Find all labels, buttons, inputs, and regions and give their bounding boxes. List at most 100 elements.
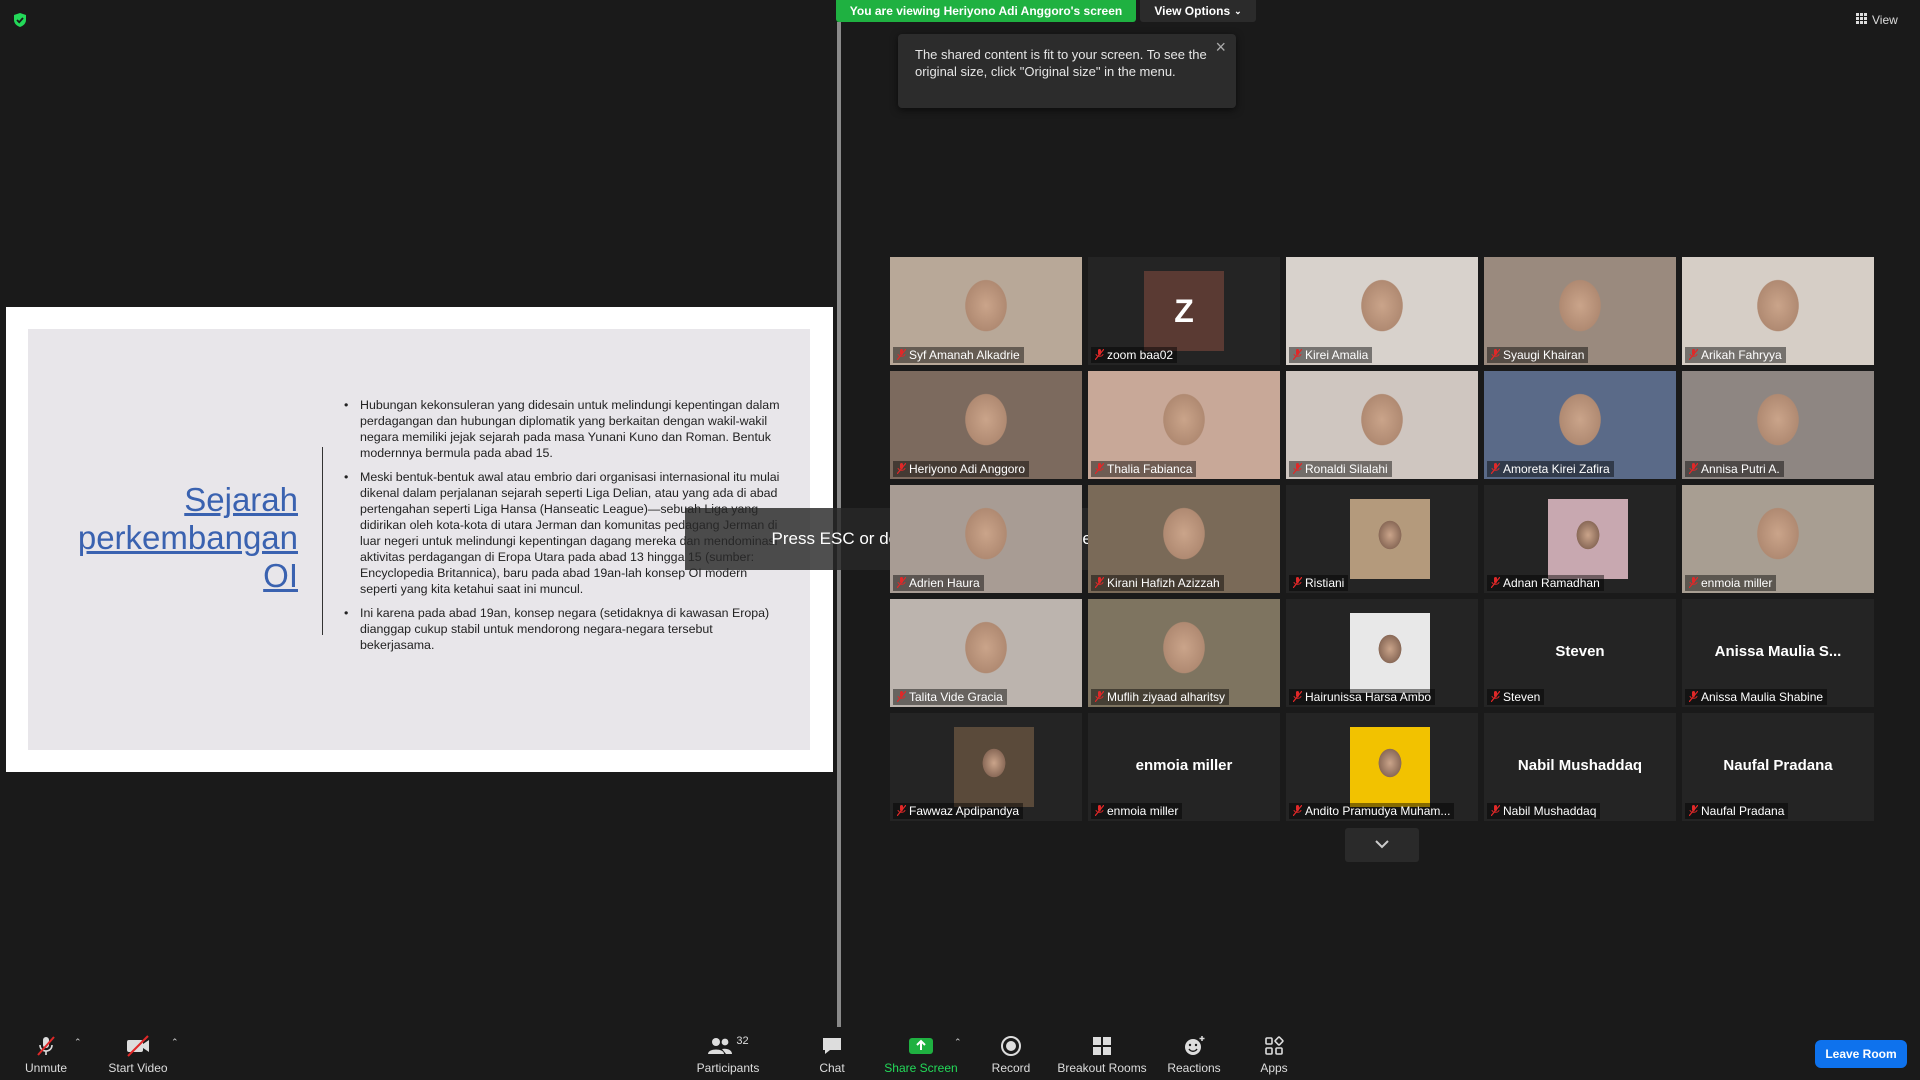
participant-name-label: Kirei Amalia <box>1289 347 1373 363</box>
participant-name: zoom baa02 <box>1107 348 1174 362</box>
participant-tile[interactable]: Zzoom baa02 <box>1088 257 1280 365</box>
participant-name: Adnan Ramadhan <box>1503 576 1600 590</box>
participant-tile[interactable]: Andito Pramudya Muham... <box>1286 713 1478 821</box>
participant-tile[interactable]: Hairunissa Harsa Ambo <box>1286 599 1478 707</box>
muted-microphone-icon <box>1490 690 1501 703</box>
participant-name: Fawwaz Apdipandya <box>909 804 1020 818</box>
chevron-up-icon[interactable]: ⌃ <box>171 1037 179 1048</box>
participant-name: Syaugi Khairan <box>1503 348 1585 362</box>
participant-tile[interactable]: Arikah Fahryya <box>1682 257 1874 365</box>
participant-name-label: Adrien Haura <box>893 575 984 591</box>
close-icon[interactable]: × <box>1215 38 1226 56</box>
unmute-button[interactable]: Unmute <box>18 1033 74 1075</box>
participant-display-name: enmoia miller <box>1135 757 1233 774</box>
chevron-up-icon[interactable]: ⌃ <box>74 1037 82 1048</box>
share-screen-label: Share Screen <box>884 1061 958 1075</box>
participant-tile[interactable]: Syf Amanah Alkadrie <box>890 257 1082 365</box>
participant-tile[interactable]: Annisa Putri A. <box>1682 371 1874 479</box>
participant-display-name: Steven <box>1555 643 1605 660</box>
participant-name: Muflih ziyaad alharitsy <box>1107 690 1226 704</box>
participant-display-name: Naufal Pradana <box>1723 757 1833 774</box>
participant-name-label: Annisa Putri A. <box>1685 461 1784 477</box>
participant-name-label: Andito Pramudya Muham... <box>1289 803 1455 819</box>
chevron-up-icon[interactable]: ⌃ <box>954 1037 962 1048</box>
slide-title-line: OI <box>263 557 298 594</box>
participant-name: Nabil Mushaddaq <box>1503 804 1597 818</box>
participant-tile[interactable]: Nabil Mushaddaq Nabil Mushaddaq <box>1484 713 1676 821</box>
participant-name: Heriyono Adi Anggoro <box>909 462 1026 476</box>
participant-name: Kirani Hafizh Azizzah <box>1107 576 1220 590</box>
leave-room-button[interactable]: Leave Room <box>1815 1040 1907 1068</box>
participant-tile[interactable]: Kirani Hafizh Azizzah <box>1088 485 1280 593</box>
participant-tile[interactable]: Anissa Maulia S... Anissa Maulia Shabine <box>1682 599 1874 707</box>
participant-tile[interactable]: Amoreta Kirei Zafira <box>1484 371 1676 479</box>
participant-display-name: Anissa Maulia S... <box>1714 643 1842 660</box>
chat-button[interactable]: Chat <box>808 1033 856 1075</box>
apps-icon <box>1250 1033 1298 1059</box>
participant-tile[interactable]: Heriyono Adi Anggoro <box>890 371 1082 479</box>
participant-name: Hairunissa Harsa Ambo <box>1305 690 1432 704</box>
view-options-button[interactable]: View Options ⌄ <box>1140 0 1256 22</box>
participant-tile[interactable]: enmoia miller enmoia miller <box>1088 713 1280 821</box>
participants-button[interactable]: 32 Participants <box>692 1033 764 1075</box>
gallery-next-page-button[interactable] <box>1345 828 1419 862</box>
participant-tile[interactable]: Adrien Haura <box>890 485 1082 593</box>
muted-microphone-icon <box>1490 348 1501 361</box>
participant-name: Anissa Maulia Shabine <box>1701 690 1824 704</box>
participant-name: Thalia Fabianca <box>1107 462 1193 476</box>
participant-name-label: Anissa Maulia Shabine <box>1685 689 1828 705</box>
chat-label: Chat <box>819 1061 845 1075</box>
participant-tile[interactable]: Thalia Fabianca <box>1088 371 1280 479</box>
participant-tile[interactable]: enmoia miller <box>1682 485 1874 593</box>
muted-microphone-icon <box>18 1033 74 1059</box>
participant-tile[interactable]: Adnan Ramadhan <box>1484 485 1676 593</box>
participant-tile[interactable]: Kirei Amalia <box>1286 257 1478 365</box>
slide-title-line: perkembangan <box>77 519 298 556</box>
participant-name-label: Ristiani <box>1289 575 1349 591</box>
reactions-label: Reactions <box>1167 1061 1221 1075</box>
view-button[interactable]: View <box>1856 10 1916 30</box>
muted-microphone-icon <box>1688 690 1699 703</box>
participant-name: Andito Pramudya Muham... <box>1305 804 1451 818</box>
participant-name: Talita Vide Gracia <box>909 690 1003 704</box>
share-screen-button[interactable]: Share Screen <box>884 1033 958 1075</box>
breakout-rooms-button[interactable]: Breakout Rooms <box>1056 1033 1148 1075</box>
muted-microphone-icon <box>1292 804 1303 817</box>
participant-name-label: Muflih ziyaad alharitsy <box>1091 689 1230 705</box>
participant-name-label: Steven <box>1487 689 1545 705</box>
participants-count: 32 <box>736 1035 749 1047</box>
participant-name-label: enmoia miller <box>1091 803 1183 819</box>
participant-tile[interactable]: Ristiani <box>1286 485 1478 593</box>
muted-microphone-icon <box>1490 804 1501 817</box>
muted-microphone-icon <box>896 804 907 817</box>
shield-icon[interactable] <box>12 12 28 28</box>
participant-name: Steven <box>1503 690 1541 704</box>
participant-tile[interactable]: Ronaldi Silalahi <box>1286 371 1478 479</box>
video-off-icon <box>106 1033 170 1059</box>
slide-bullet: Ini karena pada abad 19an, konsep negara… <box>344 605 784 653</box>
muted-microphone-icon <box>896 462 907 475</box>
muted-microphone-icon <box>896 576 907 589</box>
participant-avatar: Z <box>1144 271 1224 351</box>
participant-tile[interactable]: Naufal Pradana Naufal Pradana <box>1682 713 1874 821</box>
reactions-button[interactable]: Reactions <box>1164 1033 1224 1075</box>
tooltip-text: The shared content is fit to your screen… <box>915 47 1207 79</box>
participant-tile[interactable]: Steven Steven <box>1484 599 1676 707</box>
participant-name-label: zoom baa02 <box>1091 347 1178 363</box>
participant-name-label: enmoia miller <box>1685 575 1777 591</box>
participant-tile[interactable]: Talita Vide Gracia <box>890 599 1082 707</box>
participant-tile[interactable]: Muflih ziyaad alharitsy <box>1088 599 1280 707</box>
viewing-banner: You are viewing Heriyono Adi Anggoro's s… <box>836 0 1136 22</box>
apps-button[interactable]: Apps <box>1250 1033 1298 1075</box>
start-video-button[interactable]: Start Video <box>106 1033 170 1075</box>
participant-name-label: Kirani Hafizh Azizzah <box>1091 575 1224 591</box>
participant-name: Arikah Fahryya <box>1701 348 1782 362</box>
record-icon <box>986 1033 1036 1059</box>
record-button[interactable]: Record <box>986 1033 1036 1075</box>
muted-microphone-icon <box>1292 576 1303 589</box>
share-screen-icon <box>884 1033 958 1059</box>
participant-tile[interactable]: Syaugi Khairan <box>1484 257 1676 365</box>
participants-label: Participants <box>696 1061 760 1075</box>
muted-microphone-icon <box>1688 576 1699 589</box>
participant-tile[interactable]: Fawwaz Apdipandya <box>890 713 1082 821</box>
